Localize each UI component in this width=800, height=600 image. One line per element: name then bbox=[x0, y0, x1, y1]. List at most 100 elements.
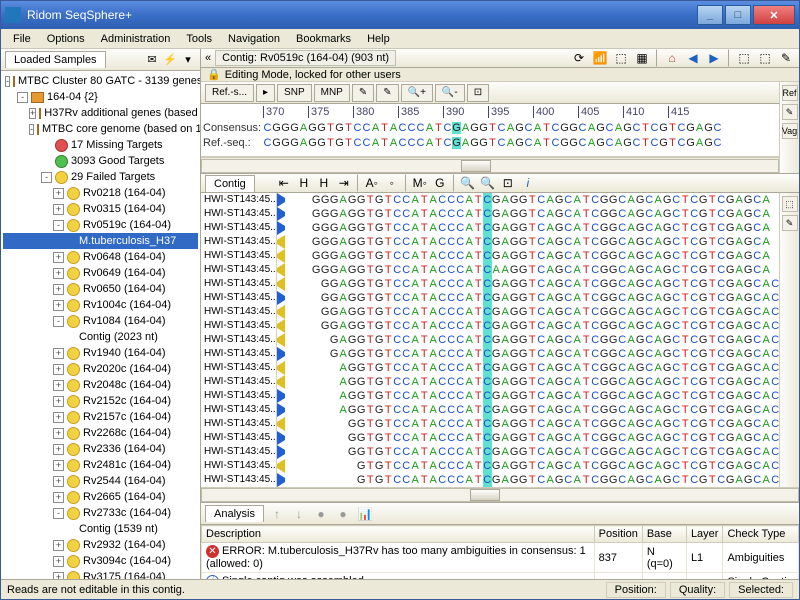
reads-scroll[interactable] bbox=[201, 487, 799, 502]
tb-icon[interactable]: ◦ bbox=[383, 174, 401, 192]
tb-icon[interactable]: ⇥ bbox=[335, 174, 353, 192]
contig-tab[interactable]: Contig bbox=[205, 175, 255, 192]
tb-btn[interactable]: ✎ bbox=[376, 84, 398, 102]
tree-node[interactable]: +Rv2152c (164-04) bbox=[3, 393, 198, 409]
tb-icon[interactable]: 📶 bbox=[591, 49, 609, 67]
tb-icon[interactable]: ⬚ bbox=[735, 49, 753, 67]
tree-node[interactable]: +Rv2665 (164-04) bbox=[3, 489, 198, 505]
mail-icon[interactable]: ✉ bbox=[144, 52, 160, 68]
side-btn[interactable]: ⬚ bbox=[782, 196, 798, 212]
expand-icon[interactable]: « bbox=[205, 52, 211, 64]
side-btn[interactable]: Vag bbox=[782, 123, 798, 139]
tree-node[interactable]: +H37Rv additional genes (based on bbox=[3, 105, 198, 121]
tree-node[interactable]: +Rv2020c (164-04) bbox=[3, 361, 198, 377]
maximize-button[interactable]: □ bbox=[725, 5, 751, 25]
zoom-fit-icon[interactable]: ⊡ bbox=[467, 84, 489, 102]
tree-node[interactable]: +Rv1940 (164-04) bbox=[3, 345, 198, 361]
tree-node[interactable]: 3093 Good Targets bbox=[3, 153, 198, 169]
tb-btn[interactable]: ✎ bbox=[352, 84, 374, 102]
tree-node[interactable]: -MTBC core genome (based on 12 ge bbox=[3, 121, 198, 137]
loaded-samples-tab[interactable]: Loaded Samples bbox=[5, 51, 106, 68]
side-btn[interactable]: ✎ bbox=[782, 215, 798, 231]
tree-node[interactable]: +Rv2336 (164-04) bbox=[3, 441, 198, 457]
tb-btn[interactable]: ▸ bbox=[256, 84, 275, 102]
tree-node[interactable]: +Rv2481c (164-04) bbox=[3, 457, 198, 473]
back-icon[interactable]: ◀ bbox=[684, 49, 702, 67]
close-button[interactable]: ✕ bbox=[753, 5, 795, 25]
tree-node[interactable]: +Rv0649 (164-04) bbox=[3, 265, 198, 281]
down-icon[interactable]: ↓ bbox=[290, 505, 308, 523]
tree-node[interactable]: +Rv0648 (164-04) bbox=[3, 249, 198, 265]
col-header[interactable]: Description bbox=[202, 526, 595, 543]
zoom-out-icon[interactable]: 🔍- bbox=[435, 84, 465, 102]
tree-node[interactable]: +Rv3094c (164-04) bbox=[3, 553, 198, 569]
tree-node[interactable]: -Rv0519c (164-04) bbox=[3, 217, 198, 233]
tb-icon[interactable]: ● bbox=[334, 505, 352, 523]
menu-tools[interactable]: Tools bbox=[178, 31, 220, 47]
zoom-icon[interactable]: ⊡ bbox=[499, 174, 517, 192]
tb-icon[interactable]: M◦ bbox=[411, 174, 429, 192]
tree-node[interactable]: +Rv2544 (164-04) bbox=[3, 473, 198, 489]
side-btn[interactable]: Ref bbox=[782, 85, 798, 101]
tree-node[interactable]: +Rv1004c (164-04) bbox=[3, 297, 198, 313]
tb-icon[interactable]: ▦ bbox=[633, 49, 651, 67]
home-icon[interactable]: ⌂ bbox=[663, 49, 681, 67]
sample-tree[interactable]: -MTBC Cluster 80 GATC - 3139 genes {1}-1… bbox=[1, 71, 200, 579]
chart-icon[interactable]: 📊 bbox=[356, 505, 374, 523]
tree-node[interactable]: -Rv2733c (164-04) bbox=[3, 505, 198, 521]
tree-node[interactable]: -Rv1084 (164-04) bbox=[3, 313, 198, 329]
tree-node[interactable]: Contig (1539 nt) bbox=[3, 521, 198, 537]
analysis-row[interactable]: ✕ERROR: M.tuberculosis_H37Rv has too man… bbox=[202, 543, 799, 573]
tb-icon[interactable]: G bbox=[431, 174, 449, 192]
tb-icon[interactable]: ⬚ bbox=[612, 49, 630, 67]
col-header[interactable]: Position bbox=[594, 526, 642, 543]
tree-node[interactable]: Contig (2023 nt) bbox=[3, 329, 198, 345]
tree-node[interactable]: +Rv2157c (164-04) bbox=[3, 409, 198, 425]
tb-icon[interactable]: ⬚ bbox=[756, 49, 774, 67]
tree-node[interactable]: +Rv3175 (164-04) bbox=[3, 569, 198, 579]
tree-node[interactable]: -29 Failed Targets bbox=[3, 169, 198, 185]
col-header[interactable]: Check Type bbox=[723, 526, 799, 543]
ref-seq-button[interactable]: Ref.-s... bbox=[205, 84, 254, 102]
tb-btn[interactable]: MNP bbox=[314, 84, 350, 102]
tree-node[interactable]: -164-04 {2} bbox=[3, 89, 198, 105]
zoom-in-icon[interactable]: 🔍+ bbox=[401, 84, 433, 102]
col-header[interactable]: Layer bbox=[686, 526, 723, 543]
tb-icon[interactable]: ⟳ bbox=[570, 49, 588, 67]
read-sequences[interactable]: GGGAGGTGTCCATACCCATCGAGGTCAGCATCGGCAGCAG… bbox=[285, 193, 779, 487]
zoom-icon[interactable]: 🔍 bbox=[479, 174, 497, 192]
tb-icon[interactable]: ⇤ bbox=[275, 174, 293, 192]
tb-icon[interactable]: H bbox=[295, 174, 313, 192]
menu-bookmarks[interactable]: Bookmarks bbox=[288, 31, 359, 47]
tree-node[interactable]: +Rv2048c (164-04) bbox=[3, 377, 198, 393]
tb-icon[interactable]: ✎ bbox=[777, 49, 795, 67]
menu-navigation[interactable]: Navigation bbox=[220, 31, 288, 47]
tb-btn[interactable]: SNP bbox=[277, 84, 312, 102]
tree-node[interactable]: +Rv0315 (164-04) bbox=[3, 201, 198, 217]
side-btn[interactable]: ✎ bbox=[782, 104, 798, 120]
tb-icon[interactable]: A◦ bbox=[363, 174, 381, 192]
ruler-scroll[interactable] bbox=[201, 157, 779, 173]
menu-help[interactable]: Help bbox=[359, 31, 398, 47]
up-icon[interactable]: ↑ bbox=[268, 505, 286, 523]
tb-icon[interactable]: ● bbox=[312, 505, 330, 523]
forward-icon[interactable]: ▶ bbox=[705, 49, 723, 67]
tree-node[interactable]: +Rv0650 (164-04) bbox=[3, 281, 198, 297]
tree-node[interactable]: 17 Missing Targets bbox=[3, 137, 198, 153]
minimize-button[interactable]: _ bbox=[697, 5, 723, 25]
menu-options[interactable]: Options bbox=[39, 31, 93, 47]
tree-node[interactable]: +Rv2932 (164-04) bbox=[3, 537, 198, 553]
filter-icon[interactable]: ▾ bbox=[180, 52, 196, 68]
tree-node[interactable]: -MTBC Cluster 80 GATC - 3139 genes {1} bbox=[3, 73, 198, 89]
analysis-table[interactable]: DescriptionPositionBaseLayerCheck Type✕E… bbox=[201, 525, 799, 579]
tree-node[interactable]: M.tuberculosis_H37 bbox=[3, 233, 198, 249]
zoom-icon[interactable]: 🔍 bbox=[459, 174, 477, 192]
tree-node[interactable]: +Rv0218 (164-04) bbox=[3, 185, 198, 201]
tb-icon[interactable]: H bbox=[315, 174, 333, 192]
col-header[interactable]: Base bbox=[642, 526, 686, 543]
analysis-tab[interactable]: Analysis bbox=[205, 505, 264, 522]
lightning-icon[interactable]: ⚡ bbox=[162, 52, 178, 68]
menu-administration[interactable]: Administration bbox=[93, 31, 179, 47]
info-icon[interactable]: i bbox=[519, 174, 537, 192]
tree-node[interactable]: +Rv2268c (164-04) bbox=[3, 425, 198, 441]
